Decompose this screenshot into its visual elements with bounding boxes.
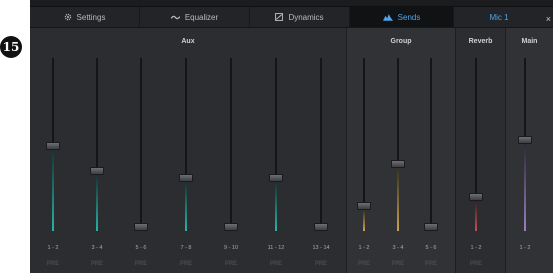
fader-channel: 1 - 2 PRE [353, 28, 375, 273]
fader-level-fill [275, 181, 277, 231]
section-divider [346, 28, 347, 273]
section-divider [455, 28, 456, 273]
fader-track[interactable] [430, 58, 432, 231]
channel-label: 5 - 6 [135, 245, 147, 251]
window-top-edge [30, 0, 553, 7]
fader-level-fill [96, 174, 98, 231]
fader-knob[interactable] [46, 142, 60, 151]
tab-mic-1[interactable]: Mic 1 [454, 7, 544, 27]
channel-label: 1 - 2 [358, 245, 370, 251]
fader-track[interactable] [140, 58, 142, 231]
pre-toggle[interactable]: PRE [34, 261, 72, 267]
pre-toggle[interactable]: PRE [167, 261, 205, 267]
fader-channel: 9 - 10 PRE [220, 28, 242, 273]
fader-channel: 1 - 2 [514, 28, 536, 273]
sends-icon [382, 13, 393, 21]
callout-badge: 15 [0, 36, 22, 58]
fader-level-fill [185, 181, 187, 231]
fader-channel: 5 - 6 PRE [130, 28, 152, 273]
channel-label: 1 - 2 [470, 245, 482, 251]
tab-dynamics-label: Dynamics [288, 12, 324, 22]
pre-toggle[interactable]: PRE [345, 261, 383, 267]
dynamics-icon [275, 13, 284, 21]
tab-settings-label: Settings [76, 12, 106, 22]
tab-bar: Settings Equalizer Dynamics Sends Mic 1 … [30, 7, 553, 28]
pre-toggle[interactable]: PRE [212, 261, 250, 267]
tab-sends-label: Sends [397, 12, 421, 22]
tab-settings[interactable]: Settings [30, 7, 140, 27]
channel-label: 3 - 4 [91, 245, 103, 251]
tab-dynamics[interactable]: Dynamics [250, 7, 350, 27]
fader-knob[interactable] [391, 160, 405, 169]
fader-level-fill [524, 143, 526, 231]
channel-label: 5 - 6 [425, 245, 437, 251]
pre-toggle[interactable]: PRE [257, 261, 295, 267]
fader-track[interactable] [230, 58, 232, 231]
channel-label: 9 - 10 [223, 245, 239, 251]
fader-level-fill [397, 168, 399, 231]
pre-toggle[interactable]: PRE [78, 261, 116, 267]
pre-toggle[interactable]: PRE [302, 261, 340, 267]
fader-knob[interactable] [424, 223, 438, 231]
fader-knob[interactable] [314, 223, 328, 231]
fader-channel: 5 - 6 PRE [420, 28, 442, 273]
close-icon[interactable]: × [546, 14, 551, 24]
pre-toggle[interactable]: PRE [122, 261, 160, 267]
tab-equalizer-label: Equalizer [184, 12, 219, 22]
channel-label: 13 - 14 [312, 245, 330, 251]
fader-level-fill [475, 201, 477, 231]
pre-toggle[interactable]: PRE [457, 261, 495, 267]
fader-knob[interactable] [357, 201, 371, 210]
fader-track[interactable] [320, 58, 322, 231]
channel-label: 1 - 2 [519, 245, 531, 251]
fader-knob[interactable] [179, 173, 193, 182]
fader-channel: 7 - 8 PRE [175, 28, 197, 273]
sends-window: Settings Equalizer Dynamics Sends Mic 1 … [30, 0, 553, 273]
tab-equalizer[interactable]: Equalizer [140, 7, 250, 27]
equalizer-icon [170, 14, 180, 21]
fader-channel: 1 - 2 PRE [42, 28, 64, 273]
fader-channel: 11 - 12 PRE [265, 28, 287, 273]
channel-label: 7 - 8 [180, 245, 192, 251]
channel-label: 1 - 2 [47, 245, 59, 251]
fader-channel: 3 - 4 PRE [387, 28, 409, 273]
gear-icon [64, 13, 72, 21]
fader-level-fill [52, 150, 54, 231]
pre-toggle[interactable]: PRE [412, 261, 450, 267]
channel-label: 11 - 12 [267, 245, 285, 251]
tab-sends[interactable]: Sends [350, 7, 454, 27]
section-divider [505, 28, 506, 273]
fader-knob[interactable] [469, 193, 483, 202]
fader-channel: 13 - 14 PRE [310, 28, 332, 273]
fader-knob[interactable] [134, 223, 148, 231]
fader-channel: 3 - 4 PRE [86, 28, 108, 273]
tab-mic-1-label: Mic 1 [489, 12, 509, 22]
fader-knob[interactable] [90, 166, 104, 175]
fader-knob[interactable] [224, 223, 238, 231]
fader-knob[interactable] [518, 135, 532, 144]
fader-channel: 1 - 2 PRE [465, 28, 487, 273]
fader-knob[interactable] [269, 173, 283, 182]
fader-level-fill [363, 209, 365, 231]
